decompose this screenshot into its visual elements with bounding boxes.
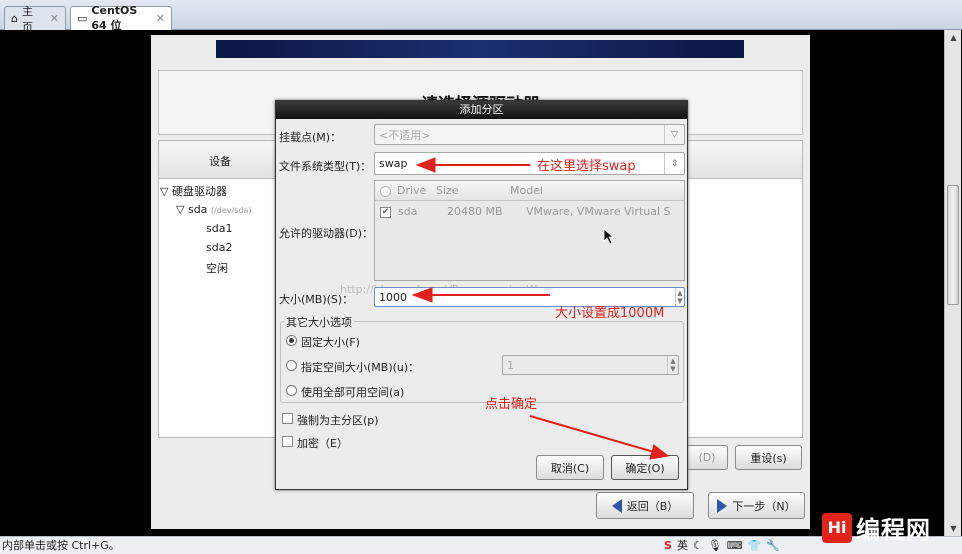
- annotation-arrows: [411, 157, 670, 460]
- annotation-fstype: 在这里选择swap: [537, 159, 636, 174]
- ime-logo-icon[interactable]: S: [664, 539, 672, 552]
- mic-icon[interactable]: 🎙: [708, 539, 722, 552]
- shirt-icon[interactable]: 👕: [748, 539, 762, 552]
- vertical-scrollbar[interactable]: ▲ ▼: [944, 30, 961, 536]
- status-text: 内部单击或按 Ctrl+G。: [2, 539, 120, 552]
- annotation-size: 大小设置成1000M: [555, 306, 665, 321]
- annotation-ok: 点击确定: [485, 397, 538, 412]
- logo-mark: Hi: [822, 512, 852, 543]
- wrench-icon[interactable]: 🔧: [766, 539, 780, 552]
- scroll-down-icon[interactable]: ▼: [946, 521, 961, 536]
- scrollbar-thumb[interactable]: [947, 185, 959, 305]
- ime-mode[interactable]: 英: [677, 537, 688, 553]
- logo-text: 编程网: [856, 516, 931, 544]
- moon-icon[interactable]: ☾: [693, 539, 703, 552]
- scroll-up-icon[interactable]: ▲: [946, 30, 961, 45]
- keyboard-icon[interactable]: ⌨: [727, 539, 743, 552]
- site-logo: Hi 编程网: [822, 510, 931, 545]
